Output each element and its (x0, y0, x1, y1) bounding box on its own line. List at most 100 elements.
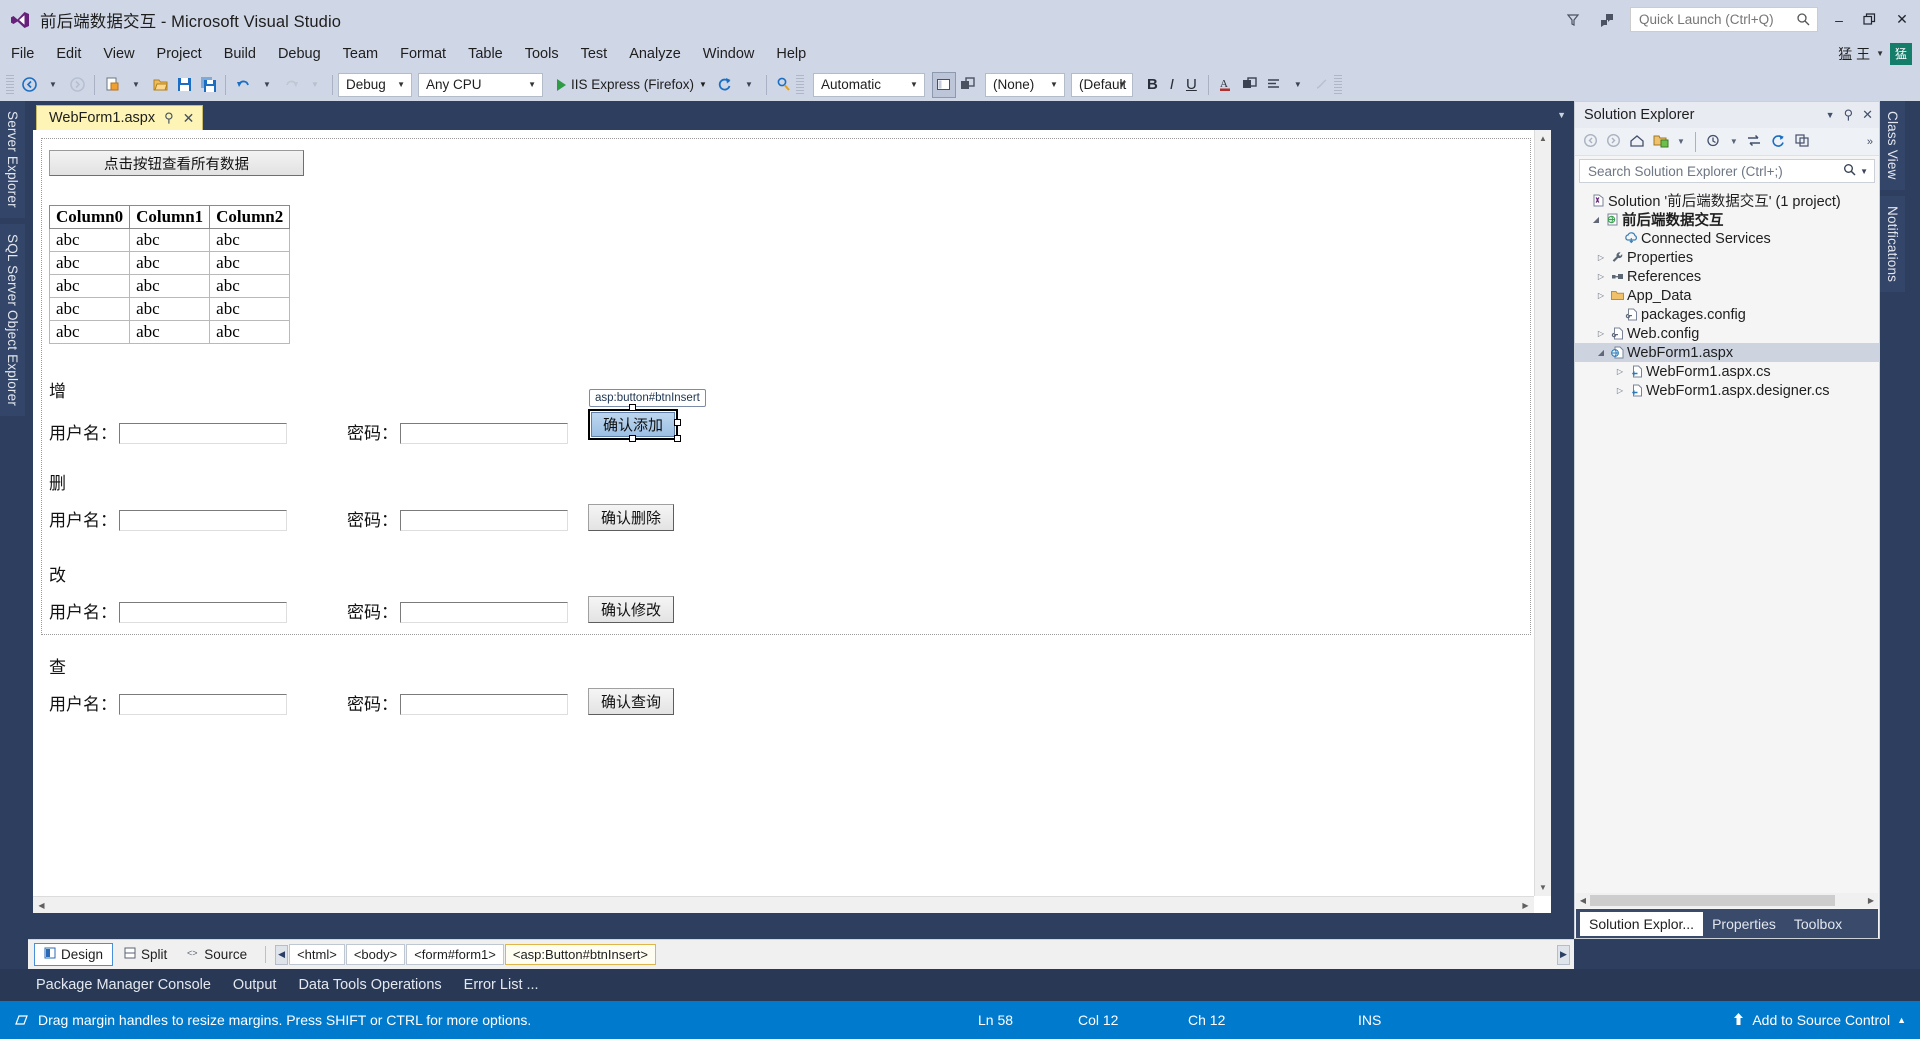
confirm-update-button[interactable]: 确认修改 (588, 596, 674, 623)
tree-node-webform1-aspx-cs[interactable]: ▷ WebForm1.aspx.cs (1575, 362, 1879, 381)
filter-icon[interactable] (1556, 5, 1590, 35)
underline-button[interactable]: U (1180, 76, 1203, 93)
design-surface[interactable]: 点击按钮查看所有数据 Column0 Column1 Column2 abc a… (33, 130, 1551, 913)
expander-expanded-icon[interactable]: ◢ (1589, 215, 1603, 224)
panel-tab-solution-explorer[interactable]: Solution Explor... (1580, 911, 1704, 936)
rail-tab-class-view[interactable]: Class View (1880, 101, 1905, 190)
menu-item-help[interactable]: Help (765, 43, 817, 65)
resize-handle-right[interactable] (674, 419, 681, 426)
panel-tab-toolbox[interactable]: Toolbox (1785, 912, 1851, 936)
menu-item-view[interactable]: View (92, 43, 145, 65)
solution-configuration-combo[interactable]: Debug ▼ (338, 72, 412, 97)
panel-tab-properties[interactable]: Properties (1703, 912, 1785, 936)
navigate-forward-icon[interactable] (65, 72, 89, 98)
overflow-icon[interactable]: » (1867, 136, 1873, 148)
menu-item-file[interactable]: File (0, 43, 45, 65)
dropdown-icon-2[interactable]: ▼ (1730, 137, 1738, 146)
tree-node-connected-services[interactable]: Connected Services (1575, 229, 1879, 248)
expander-collapsed-icon[interactable]: ▷ (1594, 329, 1608, 338)
undo-icon[interactable] (231, 72, 255, 98)
rail-tab-sql-server-object-explorer[interactable]: SQL Server Object Explorer (0, 223, 25, 416)
resize-handle-top[interactable] (629, 404, 636, 411)
expander-expanded-icon[interactable]: ◢ (1594, 348, 1608, 357)
target-rule-combo[interactable]: (None) ▼ (984, 72, 1065, 97)
menu-item-table[interactable]: Table (457, 43, 514, 65)
align-icon[interactable] (1262, 72, 1286, 98)
dock-tab-output[interactable]: Output (233, 977, 277, 993)
tag-chip-form[interactable]: <form#form1> (406, 944, 504, 965)
tab-split-view[interactable]: Split (115, 944, 176, 965)
close-icon[interactable]: ✕ (1862, 107, 1873, 123)
menu-item-window[interactable]: Window (692, 43, 766, 65)
username-input-delete[interactable] (119, 510, 287, 531)
new-item-dropdown-icon[interactable]: ▼ (124, 72, 148, 98)
document-tab-webform1[interactable]: WebForm1.aspx ⚲ ✕ (36, 105, 204, 130)
scroll-right-icon[interactable]: ▶ (1517, 897, 1534, 913)
bold-button[interactable]: B (1141, 76, 1164, 93)
expander-collapsed-icon[interactable]: ▷ (1594, 291, 1608, 300)
refresh-dropdown-icon[interactable]: ▼ (737, 72, 761, 98)
confirm-insert-button[interactable]: 确认添加 (591, 412, 675, 437)
chevron-down-icon[interactable]: ▼ (1557, 110, 1566, 120)
tree-node-app-data[interactable]: ▷ App_Data (1575, 286, 1879, 305)
tree-node-solution[interactable]: Solution '前后端数据交互' (1 project) (1575, 191, 1879, 210)
toolbar-grip[interactable] (6, 74, 14, 95)
username-input-select[interactable] (119, 694, 287, 715)
resize-handle-corner[interactable] (674, 435, 681, 442)
pending-changes-icon[interactable] (1706, 133, 1722, 151)
navigate-back-icon[interactable] (17, 72, 41, 98)
menu-item-analyze[interactable]: Analyze (618, 43, 692, 65)
save-icon[interactable] (172, 72, 196, 98)
scroll-right-icon[interactable]: ▶ (1864, 896, 1878, 905)
resize-handle-bottom[interactable] (629, 435, 636, 442)
forward-icon[interactable] (1606, 133, 1621, 151)
tag-navigator-prev[interactable]: ◀ (275, 944, 289, 965)
align-dropdown-icon[interactable]: ▼ (1286, 72, 1310, 98)
find-in-files-icon[interactable] (772, 72, 796, 98)
menu-item-debug[interactable]: Debug (267, 43, 332, 65)
redo-icon[interactable] (279, 72, 303, 98)
menu-item-format[interactable]: Format (389, 43, 457, 65)
design-vertical-scrollbar[interactable]: ▲ ▼ (1534, 130, 1551, 896)
tab-source-view[interactable]: <> Source (178, 944, 256, 965)
pin-icon[interactable]: ⚲ (1844, 107, 1854, 123)
tag-chip-body[interactable]: <body> (345, 944, 406, 965)
confirm-select-button[interactable]: 确认查询 (588, 688, 674, 715)
close-icon[interactable]: ✕ (183, 110, 195, 127)
gridview-table[interactable]: Column0 Column1 Column2 abc abc abc abc … (48, 205, 291, 344)
ime-indicator[interactable]: 猛 王 ▼ 猛 (1838, 42, 1920, 65)
design-horizontal-scrollbar[interactable]: ◀ ▶ (33, 896, 1534, 913)
expander-collapsed-icon[interactable]: ▷ (1594, 272, 1608, 281)
home-icon[interactable] (1629, 133, 1645, 151)
tag-chip-html[interactable]: <html> (289, 944, 345, 965)
solution-platform-combo[interactable]: Any CPU ▼ (418, 72, 543, 97)
quick-launch-input[interactable]: Quick Launch (Ctrl+Q) (1630, 7, 1818, 32)
start-debugging-button[interactable]: IIS Express (Firefox) ▼ (551, 77, 713, 92)
undo-dropdown-icon[interactable]: ▼ (255, 72, 279, 98)
password-input-update[interactable] (400, 602, 568, 623)
tree-node-references[interactable]: ▷ References (1575, 267, 1879, 286)
new-item-icon[interactable] (100, 72, 124, 98)
navigate-back-dropdown-icon[interactable]: ▼ (41, 72, 65, 98)
redo-dropdown-icon[interactable]: ▼ (303, 72, 327, 98)
username-input-insert[interactable] (119, 423, 287, 444)
open-file-icon[interactable] (148, 72, 172, 98)
tag-navigator-next[interactable]: ▶ (1557, 944, 1570, 965)
pin-icon[interactable]: ⚲ (164, 110, 174, 126)
maximize-button[interactable] (1854, 5, 1884, 35)
collapse-all-icon[interactable] (1794, 133, 1810, 151)
tree-node-web-config[interactable]: ▷ Web.config (1575, 324, 1879, 343)
tree-node-properties[interactable]: ▷ Properties (1575, 248, 1879, 267)
sync-icon[interactable] (1746, 133, 1762, 151)
feedback-icon[interactable] (1590, 5, 1624, 35)
float-view-icon[interactable] (956, 72, 980, 98)
menu-item-test[interactable]: Test (570, 43, 619, 65)
solution-explorer-horizontal-scrollbar[interactable]: ◀ ▶ (1576, 893, 1878, 908)
save-all-icon[interactable] (196, 72, 220, 98)
expander-collapsed-icon[interactable]: ▷ (1594, 253, 1608, 262)
font-color-icon[interactable]: A (1214, 72, 1238, 98)
search-options-dropdown-icon[interactable]: ▼ (1860, 167, 1868, 176)
password-input-delete[interactable] (400, 510, 568, 531)
scroll-down-icon[interactable]: ▼ (1535, 879, 1551, 896)
menu-item-build[interactable]: Build (213, 43, 267, 65)
